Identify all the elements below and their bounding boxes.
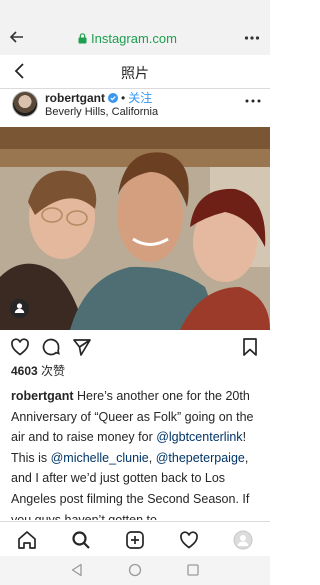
nav-recents-icon[interactable] <box>186 563 200 577</box>
mention-link[interactable]: @thepeterpaige <box>156 451 245 465</box>
user-tag-icon[interactable] <box>10 299 29 318</box>
activity-heart-icon[interactable] <box>179 530 199 550</box>
post-caption: robertgant Here’s another one for the 20… <box>11 386 261 520</box>
lock-icon <box>78 32 87 43</box>
back-arrow-icon[interactable] <box>9 29 25 45</box>
url-text: Instagram.com <box>91 30 177 46</box>
username-link[interactable]: robertgant <box>45 91 105 105</box>
kebab-menu-icon[interactable] <box>244 30 260 46</box>
caption-username[interactable]: robertgant <box>11 389 74 403</box>
location-link[interactable]: Beverly Hills, California <box>45 106 158 118</box>
likes-suffix: 次赞 <box>41 364 66 378</box>
likes-count[interactable]: 4603 次赞 <box>11 362 65 379</box>
verified-badge-icon <box>108 92 118 103</box>
username-row: robertgant • 关注 <box>45 89 152 106</box>
heart-icon[interactable] <box>10 337 30 357</box>
bottom-tab-bar <box>0 521 270 557</box>
url-row: Instagram.com <box>0 22 270 52</box>
photo-illustration <box>0 127 270 330</box>
mention-link[interactable]: @lgbtcenterlink <box>156 430 242 444</box>
system-nav-bar <box>0 556 270 585</box>
follow-button[interactable]: 关注 <box>128 89 152 106</box>
separator-dot: • <box>121 90 126 105</box>
search-icon[interactable] <box>71 530 91 550</box>
post-photo[interactable] <box>0 127 270 330</box>
share-icon[interactable] <box>72 337 92 357</box>
new-post-icon[interactable] <box>125 530 145 550</box>
home-icon[interactable] <box>17 530 37 550</box>
mention-link[interactable]: @michelle_clunie <box>51 451 149 465</box>
address-bar[interactable]: Instagram.com <box>78 29 177 47</box>
page-title: 照片 <box>121 65 149 81</box>
caption-text: , <box>148 450 156 465</box>
action-row <box>0 334 270 360</box>
page-header: 照片 <box>0 55 270 89</box>
profile-avatar-icon[interactable] <box>233 530 253 550</box>
comment-icon[interactable] <box>41 337 61 357</box>
nav-home-icon[interactable] <box>128 563 142 577</box>
bookmark-icon[interactable] <box>240 337 260 357</box>
post-header: robertgant • 关注 Beverly Hills, Californi… <box>0 88 270 128</box>
more-horizontal-icon[interactable] <box>245 98 261 104</box>
likes-number: 4603 <box>11 364 38 378</box>
nav-back-icon[interactable] <box>70 563 84 577</box>
avatar[interactable] <box>12 91 38 117</box>
